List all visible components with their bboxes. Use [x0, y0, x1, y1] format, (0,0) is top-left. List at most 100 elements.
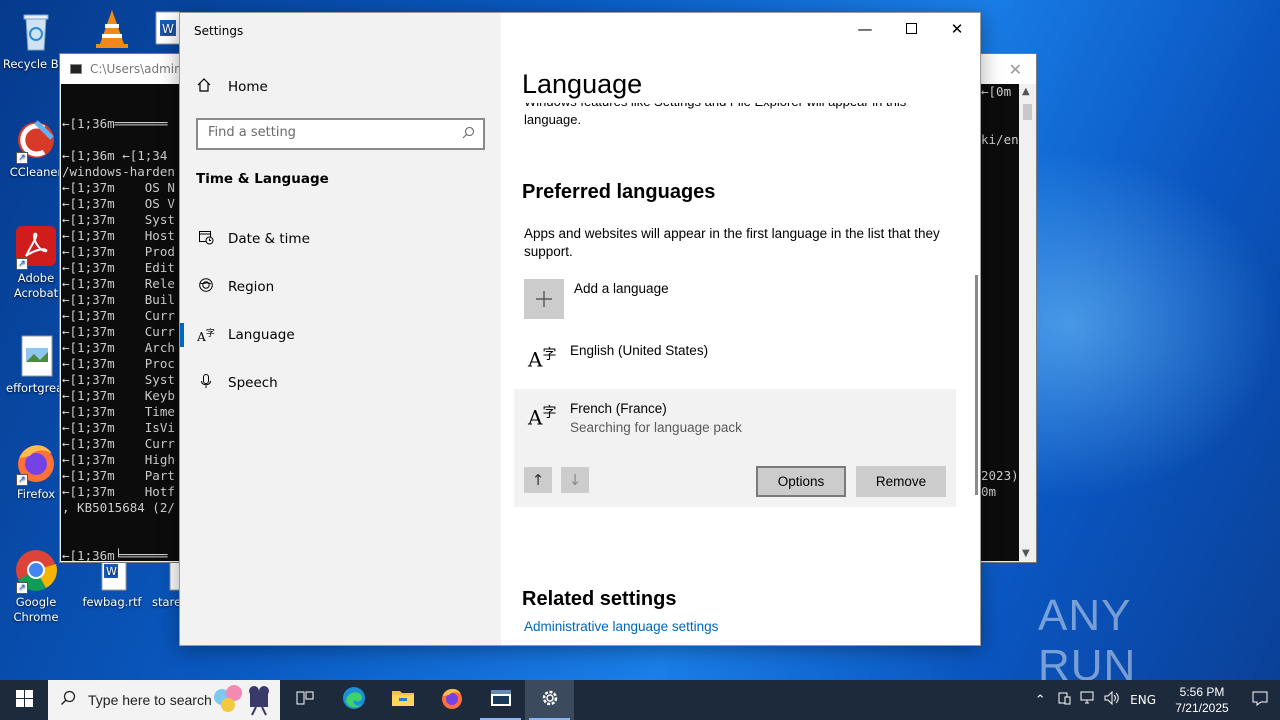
console-line-right: ki/en	[981, 132, 1019, 147]
svg-text:W: W	[162, 22, 174, 36]
sidebar-item-language[interactable]: A字 Language	[180, 315, 501, 355]
search-icon[interactable]	[462, 126, 475, 143]
network-icon[interactable]	[1076, 691, 1100, 709]
folder-icon	[391, 688, 415, 713]
taskbar-clock[interactable]: 5:56 PM 7/21/2025	[1164, 684, 1240, 716]
related-settings-title: Related settings	[522, 588, 677, 610]
content-scrollbar[interactable]	[975, 275, 978, 495]
taskbar-file-explorer[interactable]	[378, 680, 427, 720]
console-line-right	[981, 420, 1019, 436]
language-icon: A字	[528, 405, 557, 430]
taskbar-settings[interactable]	[525, 680, 574, 720]
console-line-right	[981, 100, 1019, 116]
language-item-english[interactable]: A字 English (United States)	[514, 331, 956, 389]
start-button[interactable]	[0, 680, 48, 720]
task-view-icon	[296, 690, 314, 711]
desktop-icon-word-top[interactable]: W	[150, 6, 180, 53]
console-line-right	[981, 404, 1019, 420]
system-tray: ⌃ ENG 5:56 PM 7/21/2025	[1028, 680, 1280, 720]
search-placeholder: Find a setting	[208, 125, 296, 140]
options-button[interactable]: Options	[756, 466, 846, 497]
settings-sidebar: Settings Home Find a setting Time & Lang…	[180, 13, 501, 645]
shortcut-arrow-icon: ↗	[16, 258, 28, 270]
scroll-up-icon[interactable]: ▲	[1022, 86, 1030, 97]
sidebar-item-label: Language	[228, 327, 295, 343]
sidebar-item-label: Date & time	[228, 231, 310, 247]
console-line-right	[981, 212, 1019, 228]
notifications-icon[interactable]	[1240, 690, 1280, 710]
input-language-indicator[interactable]: ENG	[1130, 693, 1156, 707]
word-document-icon: W	[90, 558, 134, 592]
console-icon	[490, 689, 512, 712]
search-icon	[60, 690, 76, 711]
google-chrome-icon: ↗	[14, 548, 58, 594]
windows-logo-icon	[15, 689, 33, 711]
scroll-down-icon[interactable]: ▼	[1022, 548, 1030, 559]
adobe-acrobat-icon: ↗	[14, 224, 58, 270]
minimize-button[interactable]: —	[842, 13, 888, 45]
edge-icon	[342, 686, 366, 715]
taskbar-firefox[interactable]	[427, 680, 476, 720]
sidebar-item-date-time[interactable]: Date & time	[180, 219, 501, 259]
desktop-icon-fewbag[interactable]: W fewbag.rtf	[74, 558, 150, 610]
task-view-button[interactable]	[280, 680, 329, 720]
console-scrollbar[interactable]: ▲ ▼	[1019, 84, 1036, 561]
volume-icon[interactable]	[1100, 690, 1124, 709]
administrative-language-settings-link[interactable]: Administrative language settings	[524, 619, 718, 634]
console-line-right	[981, 452, 1019, 468]
sidebar-item-speech[interactable]: Speech	[180, 363, 501, 403]
gear-icon	[540, 688, 560, 713]
partial-desc-line1: Windows features like Settings and File …	[524, 103, 906, 111]
clock-time: 5:56 PM	[1179, 685, 1225, 699]
desktop-icon-stare[interactable]: stare	[146, 558, 180, 610]
taskbar-console[interactable]	[476, 680, 525, 720]
console-line-right	[981, 340, 1019, 356]
section-title: Time & Language	[196, 171, 329, 187]
console-line-right	[981, 148, 1019, 164]
word-document-icon: W	[150, 6, 180, 50]
remove-button[interactable]: Remove	[856, 466, 946, 497]
console-line-right	[981, 324, 1019, 340]
settings-content[interactable]: — ✕ Language Windows features like Setti…	[501, 13, 980, 645]
sidebar-item-region[interactable]: Region	[180, 267, 501, 307]
image-file-icon	[14, 334, 58, 378]
network-device-icon[interactable]	[1052, 691, 1076, 709]
language-icon: A字	[528, 347, 557, 372]
shortcut-arrow-icon: ↗	[16, 582, 28, 594]
taskbar: Type here to search ⌃ ENG 5:56 PM 7/21/2…	[0, 680, 1280, 720]
find-setting-input[interactable]: Find a setting	[196, 118, 485, 150]
nav-home[interactable]: Home	[196, 75, 268, 99]
move-up-button[interactable]: ↑	[524, 467, 552, 493]
language-name: French (France)	[570, 401, 667, 416]
chevron-up-icon[interactable]: ⌃	[1028, 693, 1052, 708]
preferred-languages-desc: Apps and websites will appear in the fir…	[524, 226, 940, 259]
add-language-label: Add a language	[574, 281, 669, 296]
console-line-right	[981, 372, 1019, 388]
home-icon	[196, 77, 214, 97]
settings-window[interactable]: Settings Home Find a setting Time & Lang…	[179, 12, 981, 646]
console-line-right	[981, 164, 1019, 180]
arrow-down-icon: ↓	[568, 471, 582, 489]
language-icon: A字	[197, 329, 215, 344]
close-button[interactable]: ✕	[934, 13, 980, 45]
shortcut-arrow-icon: ↗	[16, 474, 28, 486]
taskbar-edge[interactable]	[329, 680, 378, 720]
console-line-right	[981, 116, 1019, 132]
page-title: Language	[522, 69, 643, 99]
add-language-button[interactable]: Add a language	[524, 279, 669, 319]
vlc-cone-icon	[90, 6, 134, 50]
move-down-button[interactable]: ↓	[561, 467, 589, 493]
maximize-button[interactable]	[888, 13, 934, 45]
console-line-right	[981, 260, 1019, 276]
document-icon	[146, 558, 180, 592]
arrow-up-icon: ↑	[531, 471, 545, 489]
scroll-thumb[interactable]	[1023, 104, 1032, 120]
console-close-icon[interactable]: ✕	[1009, 60, 1022, 79]
console-right-lines: ←[0m ki/en 2023) 0m	[981, 84, 1019, 500]
language-item-french[interactable]: A字 French (France) Searching for languag…	[514, 389, 956, 507]
console-line-right	[981, 436, 1019, 452]
console-line-right	[981, 276, 1019, 292]
taskbar-search-box[interactable]: Type here to search	[48, 680, 280, 720]
desktop-icon-vlc[interactable]	[74, 6, 150, 53]
console-line-right	[981, 388, 1019, 404]
